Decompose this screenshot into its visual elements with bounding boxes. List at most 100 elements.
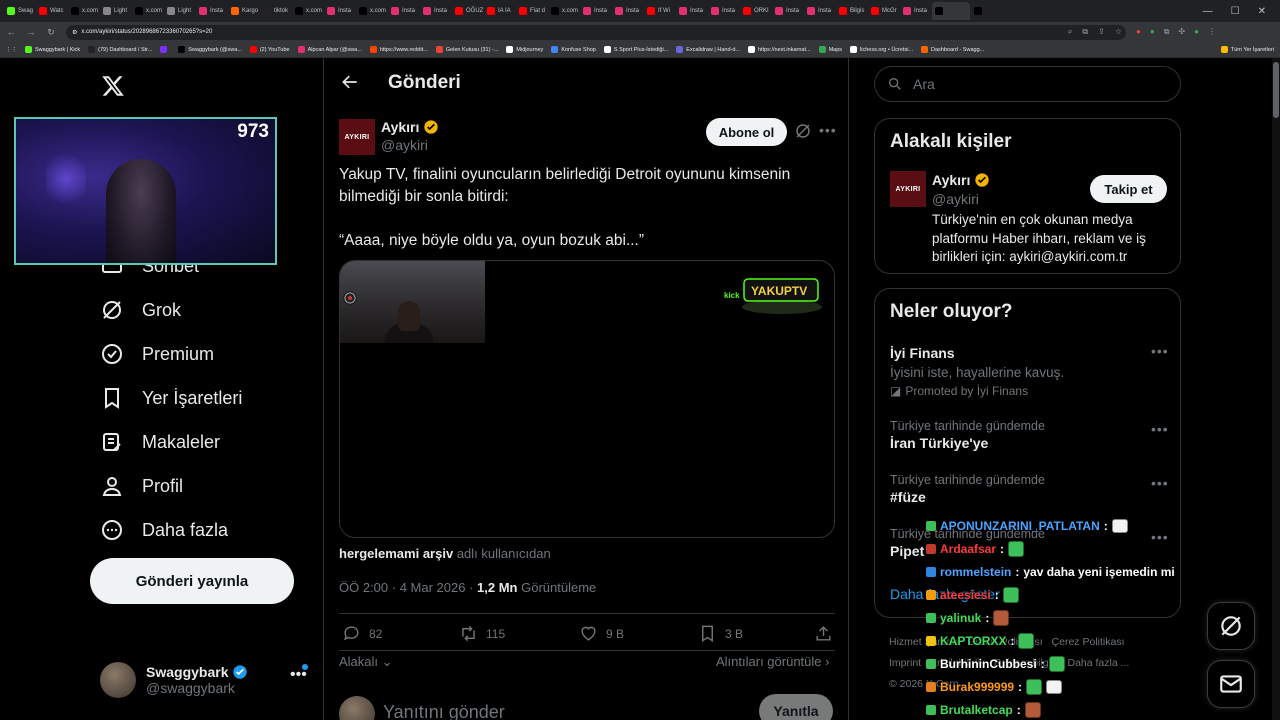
browser-tab[interactable]: Insta: [388, 2, 419, 20]
bookmark-item[interactable]: (79) Dashboard / Str...: [88, 46, 152, 53]
bookmark-item[interactable]: Dashboard - Swagg...: [921, 46, 984, 53]
bookmark-item[interactable]: Midjourney: [506, 46, 543, 53]
browser-tab[interactable]: Insta: [676, 2, 707, 20]
bookmark-item[interactable]: Swaggybark | Kick: [25, 46, 80, 53]
tweet-more-icon[interactable]: •••: [819, 122, 837, 138]
browser-tab[interactable]: ORKI: [740, 2, 771, 20]
browser-tab[interactable]: [971, 2, 1002, 20]
trend-more-icon[interactable]: •••: [1151, 421, 1169, 437]
share-action[interactable]: [814, 624, 833, 643]
back-nav-icon[interactable]: ←: [6, 27, 16, 37]
share-icon[interactable]: ⇪: [1098, 27, 1105, 37]
bookmark-item[interactable]: S Sport Plus-İstediği...: [603, 46, 668, 53]
back-arrow-icon[interactable]: [340, 72, 360, 92]
tweet-video[interactable]: kick YAKUPTV: [339, 260, 835, 538]
chat-username[interactable]: ateesiesi: [940, 588, 991, 602]
related-handle[interactable]: @aykiri: [932, 191, 979, 207]
bookmark-item[interactable]: Gelen Kutusu (31) -...: [435, 46, 498, 53]
chat-username[interactable]: APONUNZARINI_PATLATAN: [940, 519, 1100, 533]
chat-username[interactable]: rommelstein: [940, 565, 1011, 579]
browser-tab[interactable]: Light: [164, 2, 195, 20]
apps-icon[interactable]: ⋮⋮: [6, 47, 17, 53]
chat-username[interactable]: Burak999999: [940, 680, 1014, 694]
url-field[interactable]: ⚙ x.com/aykiri/status/202896867233607026…: [66, 24, 1126, 40]
trend-item[interactable]: İyi Finans İyisini iste, hayallerine kav…: [890, 343, 1170, 398]
bookmark-item[interactable]: Maps: [818, 46, 842, 53]
star-icon[interactable]: ☆: [1115, 27, 1122, 37]
author-avatar[interactable]: AYKIRI: [339, 119, 375, 155]
browser-tab[interactable]: Swag: [4, 2, 35, 20]
post-button[interactable]: Gönderi yayınla: [90, 558, 294, 604]
chat-username[interactable]: yalinuk: [940, 611, 981, 625]
author-name[interactable]: Aykırı: [381, 119, 439, 135]
like-action[interactable]: 9 B: [579, 624, 624, 643]
nav-item-premium[interactable]: Premium: [100, 339, 214, 369]
browser-tab[interactable]: Fiat d: [516, 2, 547, 20]
browser-tab[interactable]: Insta: [324, 2, 355, 20]
browser-tab[interactable]: x.com: [132, 2, 163, 20]
account-switcher[interactable]: Swaggybark @swaggybark •••: [100, 660, 310, 700]
bookmark-item[interactable]: Excalidraw | Hand-d...: [676, 46, 740, 53]
browser-tab[interactable]: Insta: [612, 2, 643, 20]
trend-item[interactable]: Türkiye tarihinde gündemde İran Türkiye'…: [890, 419, 1170, 451]
bookmark-item[interactable]: https://next.inkarnat...: [748, 46, 811, 53]
view-quotes-link[interactable]: Alıntıları görüntüle ›: [716, 654, 829, 669]
menu-icon[interactable]: ⋮: [1208, 27, 1216, 37]
nav-item-bookmarks[interactable]: Yer İşaretleri: [100, 383, 242, 413]
bookmark-item[interactable]: Alpcan Alpar (@swa...: [297, 46, 362, 53]
site-info-icon[interactable]: ⚙: [72, 29, 77, 36]
related-avatar[interactable]: AYKIRI: [890, 171, 926, 207]
browser-tab[interactable]: Insta: [196, 2, 227, 20]
all-bookmarks[interactable]: Tüm Yer İşaretleri: [1220, 46, 1280, 53]
browser-tab[interactable]: x.com: [356, 2, 387, 20]
forward-nav-icon[interactable]: →: [26, 27, 36, 37]
reply-button[interactable]: Yanıtla: [759, 694, 833, 720]
reload-icon[interactable]: ↻: [46, 27, 56, 38]
browser-tab[interactable]: Insta: [708, 2, 739, 20]
browser-tab[interactable]: x.com: [548, 2, 579, 20]
puzzle-icon[interactable]: ✣: [1178, 27, 1185, 37]
bookmark-item[interactable]: (2) YouTube: [249, 46, 290, 53]
nav-item-grok[interactable]: Grok: [100, 295, 181, 325]
install-icon[interactable]: ⧉: [1082, 27, 1088, 37]
browser-tab[interactable]: IA IA: [484, 2, 515, 20]
grok-explain-icon[interactable]: [794, 122, 812, 140]
browser-tab[interactable]: x.com: [68, 2, 99, 20]
reply-input[interactable]: Yanıtını gönder: [383, 702, 505, 720]
trend-item[interactable]: Türkiye tarihinde gündemde #füze: [890, 473, 1170, 505]
browser-tab[interactable]: Insta: [772, 2, 803, 20]
browser-tab[interactable]: Light: [100, 2, 131, 20]
browser-tab[interactable]: Insta: [420, 2, 451, 20]
search-input[interactable]: Ara: [874, 66, 1181, 102]
browser-tab[interactable]: Insta: [580, 2, 611, 20]
zoom-icon[interactable]: ⌕: [1068, 27, 1072, 37]
bookmark-item[interactable]: https://www.reddit...: [369, 46, 428, 53]
follow-button[interactable]: Takip et: [1090, 175, 1167, 203]
related-name[interactable]: Aykırı: [932, 172, 990, 188]
browser-tab[interactable]: Kargo: [228, 2, 259, 20]
page-scrollbar[interactable]: [1272, 58, 1280, 720]
browser-tab[interactable]: x.com: [292, 2, 323, 20]
nav-item-articles[interactable]: Makaleler: [100, 427, 220, 457]
source-user-link[interactable]: hergelemami arşiv: [339, 546, 453, 561]
browser-tab[interactable]: Insta: [900, 2, 931, 20]
browser-tab[interactable]: Bilgis: [836, 2, 867, 20]
x-logo-icon[interactable]: [101, 74, 125, 98]
author-handle[interactable]: @aykiri: [381, 137, 428, 153]
browser-tab[interactable]: [932, 2, 970, 20]
nav-item-more[interactable]: Daha fazla: [100, 515, 228, 545]
profile-avatar-icon[interactable]: ●: [1194, 27, 1199, 37]
bookmark-item[interactable]: lichess.org • Ücretsi...: [850, 46, 913, 53]
bookmark-item[interactable]: Swaggybark (@swa...: [178, 46, 242, 53]
retweet-action[interactable]: 115: [459, 624, 505, 643]
bookmark-item[interactable]: [160, 46, 170, 53]
extension-icon[interactable]: ●: [1136, 27, 1141, 37]
trend-more-icon[interactable]: •••: [1151, 475, 1169, 491]
minimize-icon[interactable]: —: [1203, 6, 1213, 17]
browser-tab[interactable]: OĞUZ: [452, 2, 483, 20]
browser-tab[interactable]: If Wi: [644, 2, 675, 20]
nav-item-profile[interactable]: Profil: [100, 471, 183, 501]
extension-icon[interactable]: ●: [1150, 27, 1155, 37]
chat-username[interactable]: BurhininCubbesi: [940, 657, 1037, 671]
scrollbar-thumb[interactable]: [1273, 62, 1279, 118]
